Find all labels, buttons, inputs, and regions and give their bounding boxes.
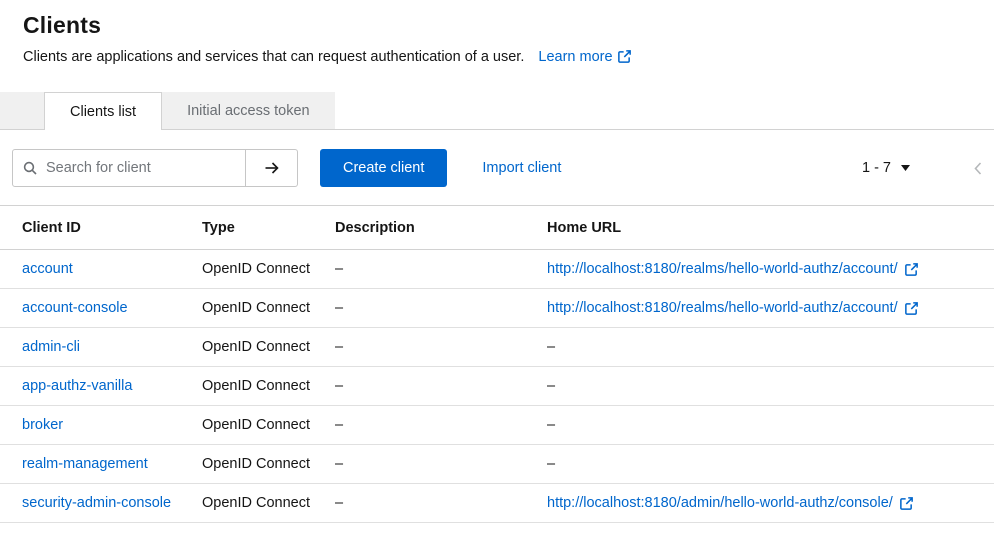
import-client-link[interactable]: Import client: [482, 160, 561, 176]
learn-more-label: Learn more: [538, 49, 612, 65]
chevron-left-icon: [974, 162, 982, 175]
pagination-previous-button[interactable]: [974, 162, 982, 175]
client-description: –: [327, 406, 539, 445]
home-url-text: http://localhost:8180/realms/hello-world…: [547, 300, 898, 316]
column-header-type: Type: [194, 206, 327, 250]
pagination-range-toggle[interactable]: 1 - 7: [862, 160, 910, 176]
home-url-empty: –: [547, 417, 555, 433]
client-id-link[interactable]: account-console: [22, 300, 128, 316]
table-header-row: Client ID Type Description Home URL: [0, 206, 994, 250]
table-row: realm-management OpenID Connect – –: [0, 445, 994, 484]
home-url-cell: http://localhost:8180/admin/hello-world-…: [539, 484, 994, 523]
table-row: broker OpenID Connect – –: [0, 406, 994, 445]
table-row: account-console OpenID Connect – http://…: [0, 289, 994, 328]
client-id-link[interactable]: admin-cli: [22, 339, 80, 355]
client-type: OpenID Connect: [194, 328, 327, 367]
home-url-cell: –: [539, 445, 994, 484]
external-link-icon: [905, 302, 918, 315]
client-id-link[interactable]: account: [22, 261, 73, 277]
client-description: –: [327, 445, 539, 484]
client-id-link[interactable]: security-admin-console: [22, 495, 171, 511]
table-row: account OpenID Connect – http://localhos…: [0, 250, 994, 289]
home-url-link[interactable]: http://localhost:8180/realms/hello-world…: [547, 261, 918, 277]
page-title: Clients: [23, 12, 970, 39]
tabs: Clients list Initial access token: [0, 92, 994, 130]
home-url-cell: –: [539, 328, 994, 367]
home-url-empty: –: [547, 456, 555, 472]
home-url-cell: –: [539, 406, 994, 445]
external-link-icon: [905, 263, 918, 276]
client-id-link[interactable]: realm-management: [22, 456, 148, 472]
client-description: –: [327, 484, 539, 523]
search-icon: [23, 161, 37, 175]
home-url-text: http://localhost:8180/realms/hello-world…: [547, 261, 898, 277]
external-link-icon: [900, 497, 913, 510]
client-id-link[interactable]: app-authz-vanilla: [22, 378, 132, 394]
home-url-cell: http://localhost:8180/realms/hello-world…: [539, 289, 994, 328]
home-url-empty: –: [547, 339, 555, 355]
external-link-icon: [618, 50, 631, 63]
column-header-client-id: Client ID: [0, 206, 194, 250]
client-description: –: [327, 250, 539, 289]
tabs-leading-space: [0, 92, 44, 130]
client-type: OpenID Connect: [194, 406, 327, 445]
home-url-empty: –: [547, 378, 555, 394]
table-toolbar: Create client Import client 1 - 7: [0, 130, 994, 205]
client-type: OpenID Connect: [194, 289, 327, 328]
column-header-home-url: Home URL: [539, 206, 994, 250]
home-url-text: http://localhost:8180/admin/hello-world-…: [547, 495, 893, 511]
caret-down-icon: [901, 165, 910, 171]
client-type: OpenID Connect: [194, 250, 327, 289]
home-url-link[interactable]: http://localhost:8180/admin/hello-world-…: [547, 495, 913, 511]
search-group: [12, 149, 298, 187]
home-url-cell: http://localhost:8180/realms/hello-world…: [539, 250, 994, 289]
client-type: OpenID Connect: [194, 367, 327, 406]
client-type: OpenID Connect: [194, 484, 327, 523]
page-description: Clients are applications and services th…: [23, 49, 524, 65]
clients-table: Client ID Type Description Home URL acco…: [0, 205, 994, 523]
home-url-link[interactable]: http://localhost:8180/realms/hello-world…: [547, 300, 918, 316]
pagination-range-label: 1 - 7: [862, 160, 891, 176]
search-input[interactable]: [46, 160, 235, 176]
tab-clients-list[interactable]: Clients list: [44, 92, 162, 130]
tab-initial-access-token[interactable]: Initial access token: [162, 92, 335, 130]
search-box: [12, 149, 246, 187]
client-description: –: [327, 328, 539, 367]
pagination: 1 - 7: [862, 160, 984, 176]
learn-more-link[interactable]: Learn more: [538, 49, 630, 65]
client-type: OpenID Connect: [194, 445, 327, 484]
home-url-cell: –: [539, 367, 994, 406]
arrow-right-icon: [264, 161, 280, 175]
create-client-button[interactable]: Create client: [320, 149, 447, 187]
page-header: Clients Clients are applications and ser…: [0, 0, 994, 65]
table-row: security-admin-console OpenID Connect – …: [0, 484, 994, 523]
table-row: admin-cli OpenID Connect – –: [0, 328, 994, 367]
column-header-description: Description: [327, 206, 539, 250]
clients-table-body: account OpenID Connect – http://localhos…: [0, 250, 994, 523]
client-description: –: [327, 289, 539, 328]
client-description: –: [327, 367, 539, 406]
search-submit-button[interactable]: [246, 149, 298, 187]
table-row: app-authz-vanilla OpenID Connect – –: [0, 367, 994, 406]
page-description-row: Clients are applications and services th…: [23, 49, 970, 65]
client-id-link[interactable]: broker: [22, 417, 63, 433]
